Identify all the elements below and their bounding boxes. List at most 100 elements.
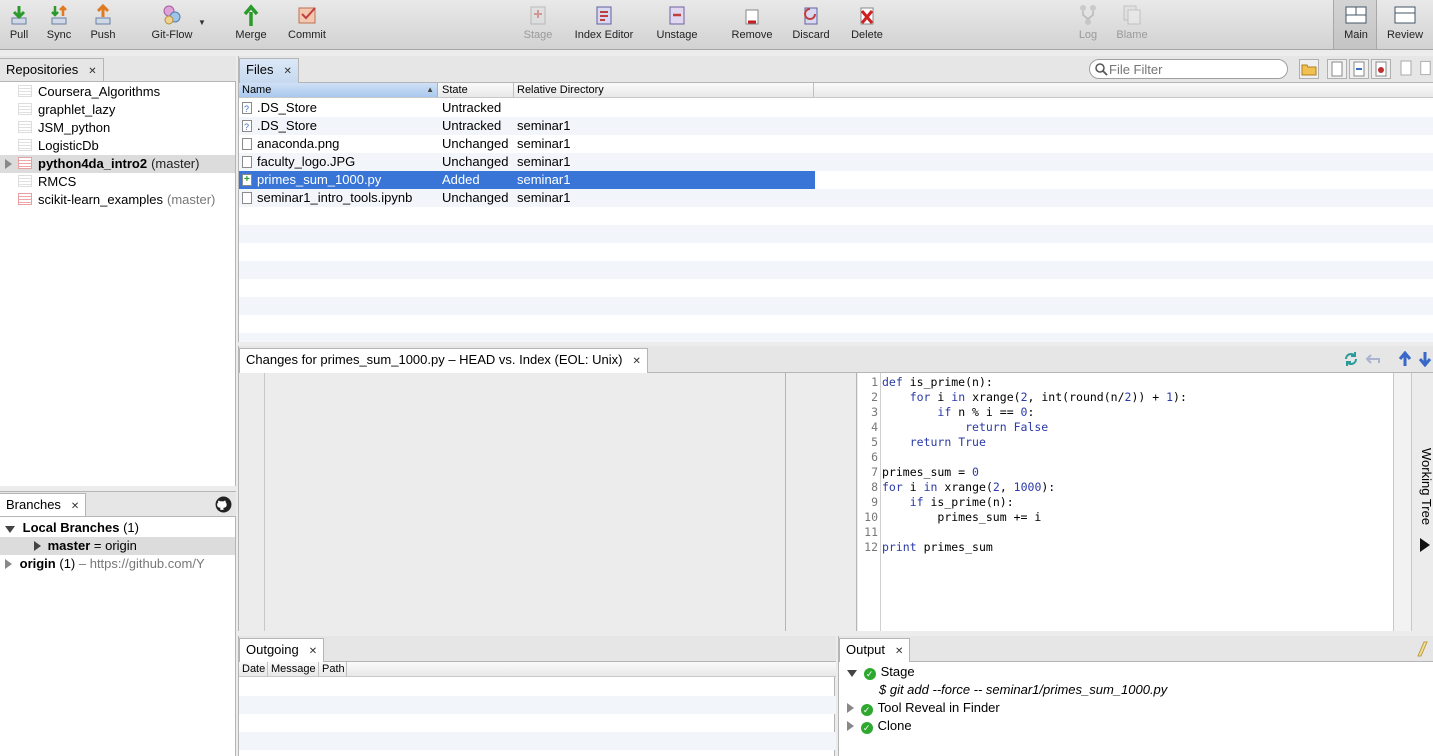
file-row[interactable]: seminar1_intro_tools.ipynb Unchanged semin… — [239, 189, 1433, 207]
disclosure-closed-icon[interactable] — [847, 703, 854, 713]
repository-item[interactable]: RMCS — [0, 173, 235, 191]
blame-button[interactable]: Blame — [1114, 4, 1150, 41]
remove-button[interactable]: Remove — [729, 4, 775, 41]
gitflow-button[interactable]: Git-Flow — [144, 4, 200, 41]
stage-button[interactable]: Stage — [520, 4, 556, 41]
expand-right-icon[interactable] — [1418, 538, 1432, 552]
tab-files[interactable]: Files ✕ — [239, 58, 299, 83]
file-row[interactable]: anaconda.png Unchanged seminar1 — [239, 135, 1433, 153]
branch-item-master[interactable]: master = origin — [0, 537, 235, 555]
diff-index-pane[interactable]: 1 def is_prime(n): 2 for i in xrange(2, in… — [858, 373, 1394, 631]
column-header-name[interactable]: Name ▲ — [239, 83, 438, 97]
output-item-stage[interactable]: ✓ Stage — [839, 663, 1433, 681]
tab-output[interactable]: Output ✕ — [839, 638, 911, 662]
tab-branches[interactable]: Branches ✕ — [0, 493, 87, 516]
file-row[interactable]: .DS_Store Untracked — [239, 99, 1433, 118]
sync-button[interactable]: Sync — [44, 4, 74, 41]
column-header-message[interactable]: Message — [268, 662, 319, 676]
push-button[interactable]: Push — [88, 4, 118, 41]
index-editor-button[interactable]: Index Editor — [570, 4, 638, 41]
column-header-date[interactable]: Date — [239, 662, 268, 676]
disclosure-open-icon[interactable] — [5, 526, 15, 533]
column-header-directory[interactable]: Relative Directory — [514, 83, 814, 97]
disclosure-closed-icon[interactable] — [5, 559, 12, 569]
diff-scrollbar[interactable] — [1394, 373, 1412, 631]
file-filter-field[interactable] — [1089, 59, 1288, 79]
output-stage-command: $ git add --force -- seminar1/primes_sum… — [839, 681, 1433, 699]
disclosure-closed-icon[interactable] — [5, 159, 12, 169]
tab-outgoing-label: Outgoing — [246, 642, 299, 657]
unstage-button[interactable]: Unstage — [652, 4, 702, 41]
commit-button[interactable]: Commit — [284, 4, 330, 41]
show-modified-button[interactable] — [1327, 59, 1347, 79]
remove-icon — [745, 9, 759, 25]
close-icon[interactable]: ✕ — [88, 66, 96, 77]
file-directory: seminar1 — [517, 136, 571, 151]
file-row[interactable]: primes_sum_1000.py Added seminar1 — [239, 171, 815, 189]
previous-change-icon[interactable] — [1397, 351, 1413, 367]
file-name: seminar1_intro_tools.ipynb — [257, 190, 413, 205]
show-removed-button[interactable] — [1371, 59, 1391, 79]
undo-icon[interactable] — [1365, 351, 1381, 367]
repository-item[interactable]: Coursera_Algorithms — [0, 83, 235, 101]
close-icon[interactable]: ✕ — [71, 501, 79, 512]
close-icon[interactable]: ✕ — [309, 646, 317, 657]
branches-tabbar: Branches ✕ — [0, 492, 236, 517]
tab-branches-label: Branches — [6, 497, 61, 512]
refresh-icon[interactable] — [1343, 351, 1359, 367]
local-branches-group[interactable]: Local Branches (1) — [0, 519, 235, 537]
github-icon[interactable] — [215, 496, 232, 513]
merge-button[interactable]: Merge — [233, 4, 269, 41]
folder-icon — [1301, 64, 1317, 76]
close-icon[interactable]: ✕ — [632, 356, 640, 367]
gitflow-icon — [163, 5, 181, 25]
tab-changes-label: Changes for primes_sum_1000.py – HEAD vs… — [246, 352, 623, 367]
close-icon[interactable]: ✕ — [895, 646, 903, 657]
file-row[interactable]: .DS_Store Untracked seminar1 — [239, 117, 1433, 136]
review-view-tab[interactable]: Review — [1383, 4, 1427, 41]
show-ignored-button[interactable] — [1417, 59, 1433, 79]
tab-changes[interactable]: Changes for primes_sum_1000.py – HEAD vs… — [239, 348, 648, 373]
remote-url: – https://github.com/Y — [78, 556, 205, 571]
output-reveal-label: Tool Reveal in Finder — [877, 700, 1000, 715]
show-staged-button[interactable] — [1349, 59, 1369, 79]
discard-button[interactable]: Discard — [788, 4, 834, 41]
code-line: if is_prime(n): — [909, 495, 1014, 509]
repository-icon — [18, 103, 32, 115]
next-change-icon[interactable] — [1417, 351, 1433, 367]
column-message-label: Message — [271, 663, 316, 675]
column-header-state[interactable]: State — [439, 83, 514, 97]
tab-outgoing[interactable]: Outgoing ✕ — [239, 638, 325, 662]
file-filter-input[interactable] — [1109, 61, 1279, 77]
close-icon[interactable]: ✕ — [283, 66, 291, 77]
main-view-tab[interactable]: Main — [1333, 0, 1377, 49]
delete-button[interactable]: Delete — [848, 4, 886, 41]
code-line: return True — [909, 435, 986, 449]
output-item-clone[interactable]: ✓ Clone — [839, 717, 1433, 735]
column-header-path[interactable]: Path — [319, 662, 347, 676]
file-row[interactable]: faculty_logo.JPG Unchanged seminar1 — [239, 153, 1433, 171]
clear-output-icon[interactable] — [1415, 641, 1429, 657]
tab-repositories[interactable]: Repositories ✕ — [0, 58, 104, 81]
show-untracked-button[interactable] — [1397, 59, 1415, 79]
pull-button[interactable]: Pull — [6, 4, 32, 41]
line-number: 3 — [871, 405, 878, 419]
repository-item[interactable]: scikit-learn_examples (master) — [0, 191, 235, 209]
show-folder-button[interactable] — [1299, 59, 1319, 79]
working-tree-sidebar[interactable]: Working Tree — [1414, 373, 1433, 631]
column-directory-label: Relative Directory — [517, 84, 604, 96]
repository-icon — [18, 139, 32, 151]
disclosure-closed-icon[interactable] — [847, 721, 854, 731]
repository-item[interactable]: graphlet_lazy — [0, 101, 235, 119]
disclosure-closed-icon[interactable] — [34, 541, 41, 551]
output-item-reveal[interactable]: ✓ Tool Reveal in Finder — [839, 699, 1433, 717]
disclosure-open-icon[interactable] — [847, 670, 857, 677]
line-number: 4 — [871, 420, 878, 434]
remote-origin-group[interactable]: origin (1) – https://github.com/Y — [0, 555, 235, 573]
repository-item[interactable]: JSM_python — [0, 119, 235, 137]
merge-icon — [243, 4, 259, 26]
repository-item[interactable]: python4da_intro2 (master) — [0, 155, 235, 173]
gitflow-dropdown-icon[interactable]: ▼ — [198, 18, 206, 27]
log-button[interactable]: Log — [1073, 4, 1103, 41]
repository-item[interactable]: LogisticDb — [0, 137, 235, 155]
